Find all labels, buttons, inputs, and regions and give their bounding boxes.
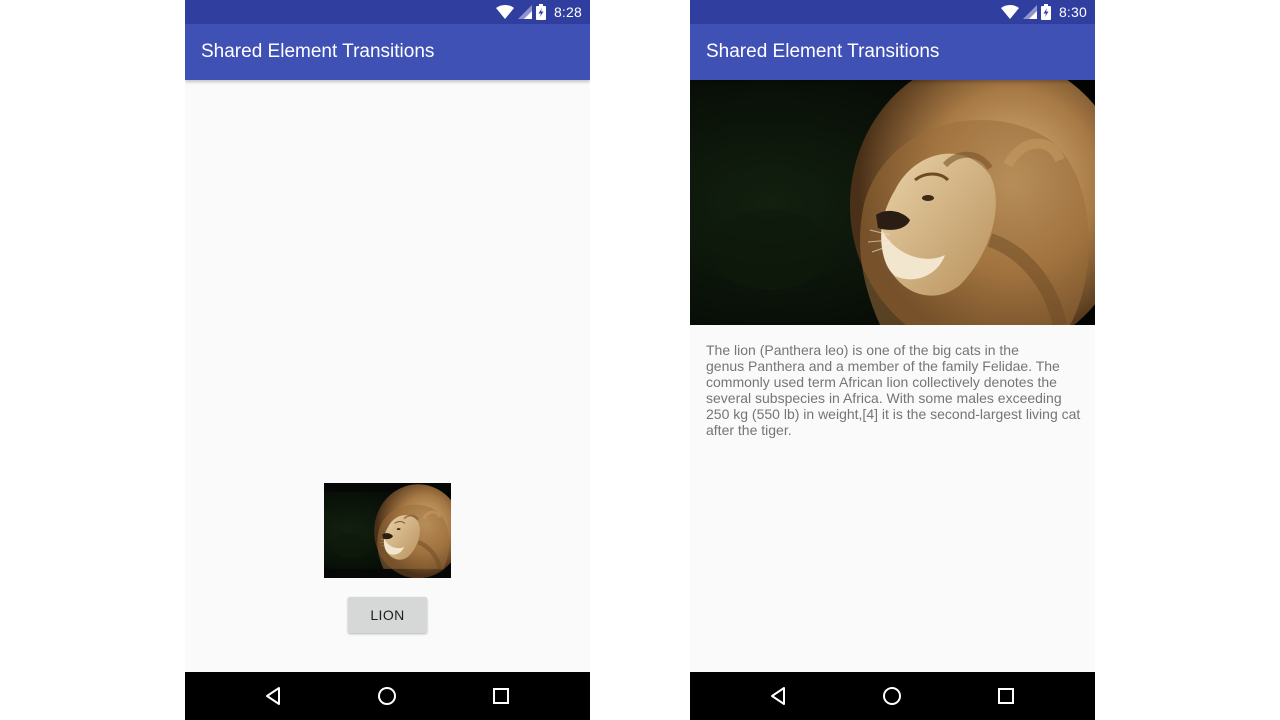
- battery-charging-icon: [535, 4, 546, 20]
- status-icons: 8:28: [495, 0, 582, 24]
- app-title: Shared Element Transitions: [706, 41, 940, 62]
- status-time: 8:28: [553, 4, 582, 20]
- description-line: several subspecies in Africa. With some …: [706, 390, 1062, 406]
- battery-charging-icon: [1040, 4, 1051, 20]
- recents-icon[interactable]: [489, 684, 513, 708]
- wifi-icon: [495, 5, 514, 19]
- cell-signal-icon: [1022, 5, 1037, 19]
- back-icon[interactable]: [767, 684, 791, 708]
- navigation-bar: [185, 672, 590, 720]
- app-bar: Shared Element Transitions: [185, 24, 590, 80]
- lion-description: The lion (Panthera leo) is one of the bi…: [706, 342, 1082, 438]
- app-title: Shared Element Transitions: [201, 41, 435, 62]
- status-bar: 8:30: [690, 0, 1095, 24]
- app-bar: Shared Element Transitions: [690, 24, 1095, 80]
- status-icons: 8:30: [1000, 0, 1087, 24]
- back-icon[interactable]: [262, 684, 286, 708]
- cell-signal-icon: [517, 5, 532, 19]
- wifi-icon: [1000, 5, 1019, 19]
- status-bar: 8:28: [185, 0, 590, 24]
- home-icon[interactable]: [880, 684, 904, 708]
- status-time: 8:30: [1058, 4, 1087, 20]
- lion-hero-image: [690, 80, 1095, 325]
- phone-screen-list: 8:28 Shared Element Transitions LION: [185, 0, 590, 720]
- home-icon[interactable]: [375, 684, 399, 708]
- lion-thumbnail-image[interactable]: [324, 483, 451, 578]
- lion-button[interactable]: LION: [348, 597, 427, 633]
- description-line: 250 kg (550 lb) in weight,[4] it is the …: [706, 406, 1081, 422]
- phone-screen-detail: 8:30 Shared Element Transitions The lion…: [690, 0, 1095, 720]
- description-line: commonly used term African lion collecti…: [706, 374, 1057, 390]
- description-line: genus Panthera and a member of the famil…: [706, 358, 1060, 374]
- description-line: after the tiger.: [706, 422, 792, 438]
- description-line: The lion (Panthera leo) is one of the bi…: [706, 342, 1019, 358]
- navigation-bar: [690, 672, 1095, 720]
- recents-icon[interactable]: [994, 684, 1018, 708]
